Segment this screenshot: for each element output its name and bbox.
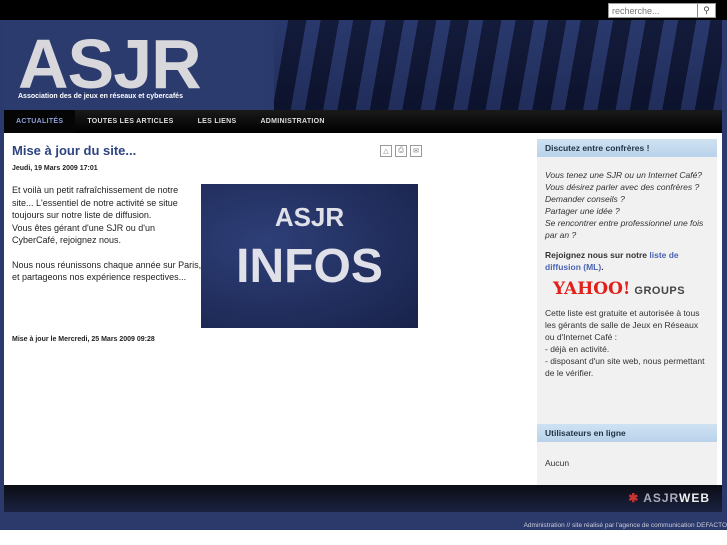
article-title[interactable]: Mise à jour du site... bbox=[12, 143, 427, 158]
online-module-title: Utilisateurs en ligne bbox=[537, 424, 717, 442]
discuss-module-body: Vous tenez une SJR ou un Internet Café? … bbox=[537, 157, 717, 387]
online-users: Aucun bbox=[545, 458, 570, 468]
sidebar: Discutez entre confrères ! Vous tenez un… bbox=[537, 139, 717, 485]
search-box: ⚲ bbox=[608, 3, 716, 18]
article-body: Et voilà un petit rafraîchissement de no… bbox=[12, 184, 202, 284]
question: Vous désirez parler avec des confrères ? bbox=[545, 182, 700, 192]
join-end: . bbox=[601, 262, 604, 272]
condition: - disposant d'un site web, nous permetta… bbox=[545, 356, 705, 378]
question: Se rencontrer entre professionnel une fo… bbox=[545, 218, 704, 240]
groups-text: GROUPS bbox=[634, 285, 686, 297]
print-icon[interactable]: ⎙ bbox=[395, 145, 407, 157]
footer-credit[interactable]: Administration // site réalisé par l'age… bbox=[524, 522, 727, 529]
join-text: Rejoignez nous sur notre bbox=[545, 250, 650, 260]
nav-toutes-les-articles[interactable]: TOUTES LES ARTICLES bbox=[75, 110, 185, 133]
article: Mise à jour du site... △ ⎙ ✉ Jeudi, 19 M… bbox=[12, 143, 427, 343]
footer: ✱ ASJRWEB bbox=[4, 485, 722, 512]
footer-logo: ✱ ASJRWEB bbox=[628, 491, 710, 505]
discuss-module-title: Discutez entre confrères ! bbox=[537, 139, 717, 157]
email-icon[interactable]: ✉ bbox=[410, 145, 422, 157]
question: Partager une idée ? bbox=[545, 206, 620, 216]
yahoo-text: YAHOO! bbox=[553, 279, 631, 299]
infos-image-bottom: INFOS bbox=[236, 240, 383, 293]
infos-image-top: ASJR bbox=[274, 202, 345, 232]
paragraph: Nous nous réunissons chaque année sur Pa… bbox=[12, 259, 202, 283]
article-tools: △ ⎙ ✉ bbox=[380, 145, 422, 157]
infos-image: ASJR INFOS bbox=[201, 184, 418, 328]
nav-les-liens[interactable]: LES LIENS bbox=[186, 110, 249, 133]
question: Vous tenez une SJR ou un Internet Café? bbox=[545, 170, 703, 180]
main-nav: ACTUALITÉS TOUTES LES ARTICLES LES LIENS… bbox=[4, 110, 722, 133]
banner-photo bbox=[274, 20, 722, 110]
site-logo[interactable]: ASJR bbox=[18, 28, 202, 100]
yahoo-groups-logo[interactable]: YAHOO! GROUPS bbox=[553, 279, 709, 299]
footer-logo-a: ASJR bbox=[643, 491, 679, 505]
question: Demander conseils ? bbox=[545, 194, 625, 204]
list-description: Cette liste est gratuite et autorisée à … bbox=[545, 308, 700, 342]
nav-actualites[interactable]: ACTUALITÉS bbox=[4, 110, 76, 133]
search-input[interactable] bbox=[609, 5, 697, 16]
article-modified: Mise à jour le Mercredi, 25 Mars 2009 09… bbox=[12, 336, 155, 343]
condition: - déjà en activité. bbox=[545, 344, 610, 354]
pdf-icon[interactable]: △ bbox=[380, 145, 392, 157]
paragraph: Et voilà un petit rafraîchissement de no… bbox=[12, 185, 179, 220]
footer-logo-b: WEB bbox=[679, 491, 710, 505]
site-tagline: Association des de jeux en réseaux et cy… bbox=[18, 93, 183, 100]
header-banner: ASJR Association des de jeux en réseaux … bbox=[4, 20, 722, 110]
content-area: Mise à jour du site... △ ⎙ ✉ Jeudi, 19 M… bbox=[4, 133, 722, 485]
paragraph: Vous êtes gérant d'une SJR ou d'un Cyber… bbox=[12, 222, 156, 246]
search-icon[interactable]: ⚲ bbox=[697, 4, 715, 17]
nav-administration[interactable]: ADMINISTRATION bbox=[248, 110, 336, 133]
article-date: Jeudi, 19 Mars 2009 17:01 bbox=[12, 165, 98, 172]
